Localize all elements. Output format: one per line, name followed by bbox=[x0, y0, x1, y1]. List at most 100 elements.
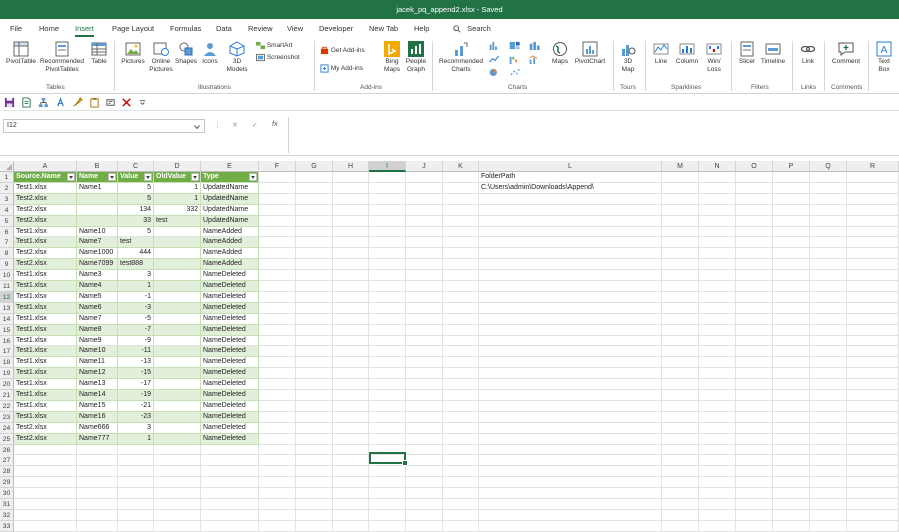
people-graph-button[interactable]: People Graph bbox=[404, 41, 428, 74]
sparkline-line-button[interactable]: Line bbox=[650, 41, 672, 66]
table-cell[interactable]: 3 bbox=[118, 422, 154, 434]
tab-home[interactable]: Home bbox=[39, 19, 59, 38]
table-cell[interactable]: Name16 bbox=[77, 411, 118, 423]
table-cell[interactable]: Name15 bbox=[77, 400, 118, 412]
table-cell[interactable]: Name8 bbox=[77, 324, 118, 336]
table-cell[interactable]: NameDeleted bbox=[201, 270, 259, 282]
table-cell[interactable]: test bbox=[118, 237, 154, 249]
row-header-33[interactable]: 33 bbox=[0, 520, 14, 532]
table-cell[interactable]: Name7 bbox=[77, 237, 118, 249]
table-cell[interactable]: Name5 bbox=[77, 291, 118, 303]
table-cell[interactable]: -9 bbox=[118, 335, 154, 347]
column-header-a[interactable]: A bbox=[14, 161, 77, 172]
tab-review[interactable]: Review bbox=[248, 19, 273, 38]
statistic-chart-dropdown[interactable] bbox=[528, 41, 544, 50]
table-cell[interactable]: Test1.xlsx bbox=[14, 411, 77, 423]
row-header-15[interactable]: 15 bbox=[0, 324, 14, 336]
row-header-4[interactable]: 4 bbox=[0, 204, 14, 216]
table-cell[interactable]: Name12 bbox=[77, 368, 118, 380]
table-header-cell[interactable]: Source.Name bbox=[14, 172, 77, 183]
table-cell[interactable] bbox=[154, 291, 201, 303]
select-all-corner[interactable] bbox=[0, 161, 14, 172]
table-cell[interactable]: NameDeleted bbox=[201, 368, 259, 380]
row-header-13[interactable]: 13 bbox=[0, 302, 14, 314]
maps-button[interactable]: Maps bbox=[549, 41, 571, 66]
row-header-28[interactable]: 28 bbox=[0, 466, 14, 478]
table-cell[interactable]: Test1.xlsx bbox=[14, 237, 77, 249]
table-cell[interactable]: 5 bbox=[118, 226, 154, 238]
document-icon[interactable] bbox=[21, 97, 32, 108]
table-cell[interactable]: Name11 bbox=[77, 357, 118, 369]
table-cell[interactable]: Test2.xlsx bbox=[14, 248, 77, 260]
table-cell[interactable] bbox=[154, 346, 201, 358]
row-header-24[interactable]: 24 bbox=[0, 422, 14, 434]
row-header-11[interactable]: 11 bbox=[0, 281, 14, 292]
column-header-c[interactable]: C bbox=[118, 161, 154, 172]
line-chart-dropdown[interactable] bbox=[488, 55, 504, 64]
table-header-cell[interactable]: Value bbox=[118, 172, 154, 183]
table-cell[interactable] bbox=[154, 357, 201, 369]
row-header-5[interactable]: 5 bbox=[0, 215, 14, 227]
table-cell[interactable]: Name7099 bbox=[77, 259, 118, 271]
name-box[interactable]: I12 bbox=[3, 119, 205, 133]
cancel-icon[interactable]: ✕ bbox=[232, 121, 238, 129]
worksheet-grid[interactable]: ABCDEFGHIJKLMNOPQR 1 2 3 4 5 6 7 8 9 10 11 12 13 14 15… bbox=[0, 161, 899, 532]
filter-dropdown-icon[interactable] bbox=[67, 173, 75, 181]
slicer-button[interactable]: Slicer bbox=[736, 41, 758, 66]
table-cell[interactable] bbox=[154, 324, 201, 336]
table-cell[interactable]: Name10 bbox=[77, 346, 118, 358]
table-cell[interactable]: Name666 bbox=[77, 422, 118, 434]
table-cell[interactable]: Name777 bbox=[77, 433, 118, 445]
table-cell[interactable]: Name9 bbox=[77, 335, 118, 347]
table-cell[interactable] bbox=[154, 237, 201, 249]
table-cell[interactable]: NameDeleted bbox=[201, 422, 259, 434]
row-header-25[interactable]: 25 bbox=[0, 433, 14, 445]
row-header-23[interactable]: 23 bbox=[0, 411, 14, 423]
table-cell[interactable]: Name13 bbox=[77, 379, 118, 391]
column-header-e[interactable]: E bbox=[201, 161, 259, 172]
table-cell[interactable]: Test2.xlsx bbox=[14, 215, 77, 227]
confirm-icon[interactable]: ✓ bbox=[252, 121, 258, 129]
table-cell[interactable]: -21 bbox=[118, 400, 154, 412]
table-cell[interactable] bbox=[154, 422, 201, 434]
brush-icon[interactable] bbox=[72, 97, 83, 108]
active-cell[interactable] bbox=[369, 452, 408, 466]
get-addins-button[interactable]: Get Add-ins bbox=[320, 46, 365, 55]
table-cell[interactable]: NameDeleted bbox=[201, 291, 259, 303]
row-header-29[interactable]: 29 bbox=[0, 477, 14, 489]
table-cell[interactable]: Test1.xlsx bbox=[14, 400, 77, 412]
table-cell[interactable]: -19 bbox=[118, 390, 154, 401]
row-header-31[interactable]: 31 bbox=[0, 499, 14, 510]
table-cell[interactable]: Test1.xlsx bbox=[14, 281, 77, 292]
table-cell[interactable]: NameAdded bbox=[201, 237, 259, 249]
filter-dropdown-icon[interactable] bbox=[144, 173, 152, 181]
table-cell[interactable]: NameAdded bbox=[201, 248, 259, 260]
table-cell[interactable]: Test1.xlsx bbox=[14, 390, 77, 401]
insert-function-icon[interactable]: fx bbox=[272, 121, 277, 128]
row-header-6[interactable]: 6 bbox=[0, 226, 14, 238]
column-header-i[interactable]: I bbox=[369, 161, 406, 172]
table-cell[interactable]: Test2.xlsx bbox=[14, 193, 77, 205]
column-header-p[interactable]: P bbox=[773, 161, 810, 172]
row-header-9[interactable]: 9 bbox=[0, 259, 14, 271]
table-cell[interactable]: Name7 bbox=[77, 313, 118, 325]
table-cell[interactable]: NameDeleted bbox=[201, 411, 259, 423]
table-cell[interactable] bbox=[154, 270, 201, 282]
column-header-j[interactable]: J bbox=[406, 161, 443, 172]
row-header-32[interactable]: 32 bbox=[0, 509, 14, 521]
table-cell[interactable]: Name14 bbox=[77, 390, 118, 401]
row-header-19[interactable]: 19 bbox=[0, 368, 14, 380]
table-cell[interactable]: -1 bbox=[118, 291, 154, 303]
sparkline-winloss-button[interactable]: Win/ Loss bbox=[703, 41, 725, 74]
online-pictures-button[interactable]: Online Pictures bbox=[148, 41, 174, 74]
table-cell[interactable]: 5 bbox=[118, 193, 154, 205]
customize-toolbar-icon[interactable] bbox=[137, 97, 148, 108]
smartart-button[interactable]: SmartArt bbox=[256, 41, 292, 50]
shape-icon[interactable] bbox=[105, 97, 116, 108]
pivottable-button[interactable]: PivotTable bbox=[5, 41, 37, 66]
table-button[interactable]: Table bbox=[88, 41, 110, 66]
pivotchart-button[interactable]: PivotChart bbox=[572, 41, 608, 66]
table-cell[interactable] bbox=[77, 215, 118, 227]
table-cell[interactable]: Name1000 bbox=[77, 248, 118, 260]
table-header-cell[interactable]: Name bbox=[77, 172, 118, 183]
